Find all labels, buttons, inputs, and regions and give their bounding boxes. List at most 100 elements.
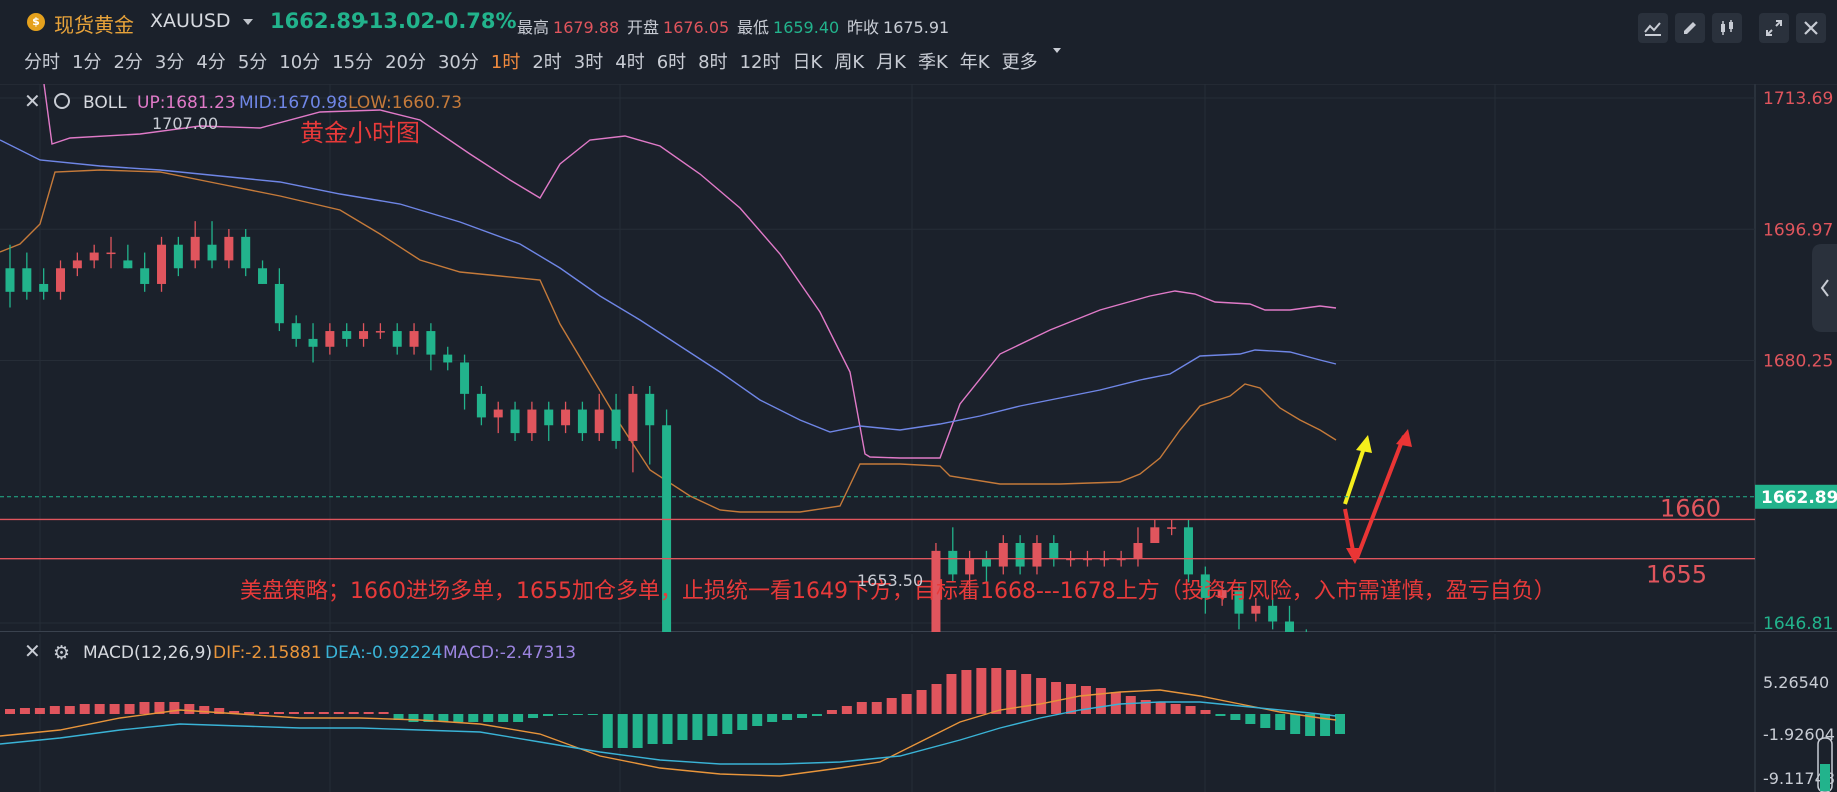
candle-body bbox=[1150, 527, 1160, 544]
macd-bar bbox=[513, 714, 524, 722]
period-20[interactable]: 季K bbox=[918, 48, 948, 74]
period-19[interactable]: 月K bbox=[876, 48, 906, 74]
macd-bar bbox=[94, 704, 105, 714]
more-chevron-down-icon[interactable] bbox=[1052, 48, 1061, 53]
period-3[interactable]: 3分 bbox=[155, 48, 184, 74]
macd-chart[interactable]: 5.26540-1.92604-9.11748 ✕ ⚙ MACD(12,26,9… bbox=[0, 634, 1837, 792]
candle-body bbox=[359, 331, 369, 339]
candle-body bbox=[5, 268, 15, 292]
period-17[interactable]: 日K bbox=[793, 48, 823, 74]
candle-body bbox=[89, 252, 99, 261]
period-22[interactable]: 更多 bbox=[1002, 48, 1038, 74]
period-10[interactable]: 1时 bbox=[491, 48, 520, 74]
fullscreen-icon[interactable] bbox=[1759, 13, 1789, 43]
macd-bar bbox=[916, 690, 927, 714]
macd-bar bbox=[1021, 674, 1032, 714]
candle-body bbox=[611, 409, 621, 441]
period-4[interactable]: 4分 bbox=[196, 48, 225, 74]
period-14[interactable]: 6时 bbox=[657, 48, 686, 74]
macd-bar bbox=[273, 712, 284, 714]
period-11[interactable]: 2时 bbox=[532, 48, 561, 74]
gold-coin-icon: $ bbox=[27, 13, 45, 31]
low-value: 1659.40 bbox=[773, 18, 840, 37]
yellow-arrow bbox=[1343, 441, 1368, 505]
price-change-percent: -0.78% bbox=[435, 9, 517, 33]
macd-bar bbox=[333, 712, 344, 714]
candle-body bbox=[258, 268, 268, 284]
macd-bar bbox=[826, 710, 837, 714]
high-value: 1679.88 bbox=[553, 18, 620, 37]
candle-body bbox=[308, 338, 318, 347]
candle-body bbox=[561, 409, 571, 426]
candle-body bbox=[56, 268, 66, 292]
candle-body bbox=[577, 409, 587, 434]
macd-bar bbox=[1335, 714, 1345, 734]
macd-bar bbox=[1200, 710, 1211, 714]
candle-type-icon[interactable] bbox=[1712, 13, 1742, 43]
macd-bar bbox=[782, 714, 793, 720]
macd-bar bbox=[5, 709, 15, 714]
price-chart[interactable]: 16601655黄金小时图美盘策略；1660进场多单，1655加仓多单，止损统一… bbox=[0, 84, 1837, 632]
period-6[interactable]: 10分 bbox=[279, 48, 320, 74]
period-0[interactable]: 分时 bbox=[24, 48, 60, 74]
period-13[interactable]: 4时 bbox=[615, 48, 644, 74]
macd-bar bbox=[34, 708, 45, 714]
macd-bar bbox=[288, 712, 299, 714]
macd-bar bbox=[1320, 714, 1331, 736]
macd-bar bbox=[797, 714, 808, 718]
label-1655: 1655 bbox=[1646, 561, 1707, 589]
macd-bar bbox=[572, 714, 583, 715]
candle-body bbox=[106, 252, 116, 255]
open-label: 开盘 bbox=[627, 18, 660, 37]
macd-bar bbox=[931, 684, 942, 714]
macd-settings-icon[interactable]: ⚙ bbox=[53, 642, 70, 664]
candle-body bbox=[594, 409, 604, 434]
period-16[interactable]: 12时 bbox=[740, 48, 781, 74]
macd-bar bbox=[752, 714, 763, 726]
indicator-icon[interactable] bbox=[1638, 13, 1668, 43]
period-8[interactable]: 20分 bbox=[385, 48, 426, 74]
symbol-name-cn[interactable]: 现货黄金 bbox=[54, 9, 134, 38]
last-price: 1662.89 bbox=[270, 9, 366, 33]
period-18[interactable]: 周K bbox=[834, 48, 864, 74]
candle-body bbox=[965, 558, 975, 575]
macd-bar bbox=[408, 714, 419, 722]
candle-body bbox=[325, 331, 335, 347]
period-15[interactable]: 8时 bbox=[698, 48, 727, 74]
candle-body bbox=[426, 331, 436, 355]
period-7[interactable]: 15分 bbox=[332, 48, 373, 74]
candle-body bbox=[173, 244, 183, 269]
period-2[interactable]: 2分 bbox=[113, 48, 142, 74]
side-collapse-tab[interactable] bbox=[1812, 244, 1837, 332]
boll-settings-icon[interactable] bbox=[54, 93, 70, 109]
macd-bar bbox=[841, 706, 852, 714]
period-1[interactable]: 1分 bbox=[72, 48, 101, 74]
candle-body bbox=[1167, 527, 1177, 529]
period-9[interactable]: 30分 bbox=[438, 48, 479, 74]
macd-bar bbox=[617, 714, 628, 748]
candle-body bbox=[510, 409, 520, 434]
symbol-dropdown-chevron-icon[interactable] bbox=[243, 19, 253, 25]
period-5[interactable]: 5分 bbox=[238, 48, 267, 74]
macd-bar bbox=[318, 712, 329, 714]
period-21[interactable]: 年K bbox=[960, 48, 990, 74]
period-12[interactable]: 3时 bbox=[574, 48, 603, 74]
candle-body bbox=[1032, 543, 1042, 567]
candle-body bbox=[1183, 527, 1193, 575]
macd-bar bbox=[692, 714, 703, 740]
macd-close-icon[interactable]: ✕ bbox=[24, 639, 41, 663]
draw-icon[interactable] bbox=[1675, 13, 1705, 43]
candle-body bbox=[207, 244, 217, 261]
candle-body bbox=[342, 331, 352, 339]
candlesticks bbox=[5, 221, 1307, 632]
high-stat: 最高 1679.88 bbox=[517, 14, 619, 38]
boll-close-icon[interactable]: ✕ bbox=[24, 89, 41, 113]
boll-upper-line bbox=[43, 84, 1337, 459]
macd-histogram bbox=[5, 668, 1345, 748]
macd-bar bbox=[49, 706, 60, 714]
candle-body bbox=[72, 260, 82, 269]
candle-body bbox=[392, 331, 402, 347]
symbol-code[interactable]: XAUUSD bbox=[150, 10, 231, 32]
close-icon[interactable] bbox=[1796, 13, 1826, 43]
price-tick-label: 1713.69 bbox=[1763, 89, 1833, 109]
